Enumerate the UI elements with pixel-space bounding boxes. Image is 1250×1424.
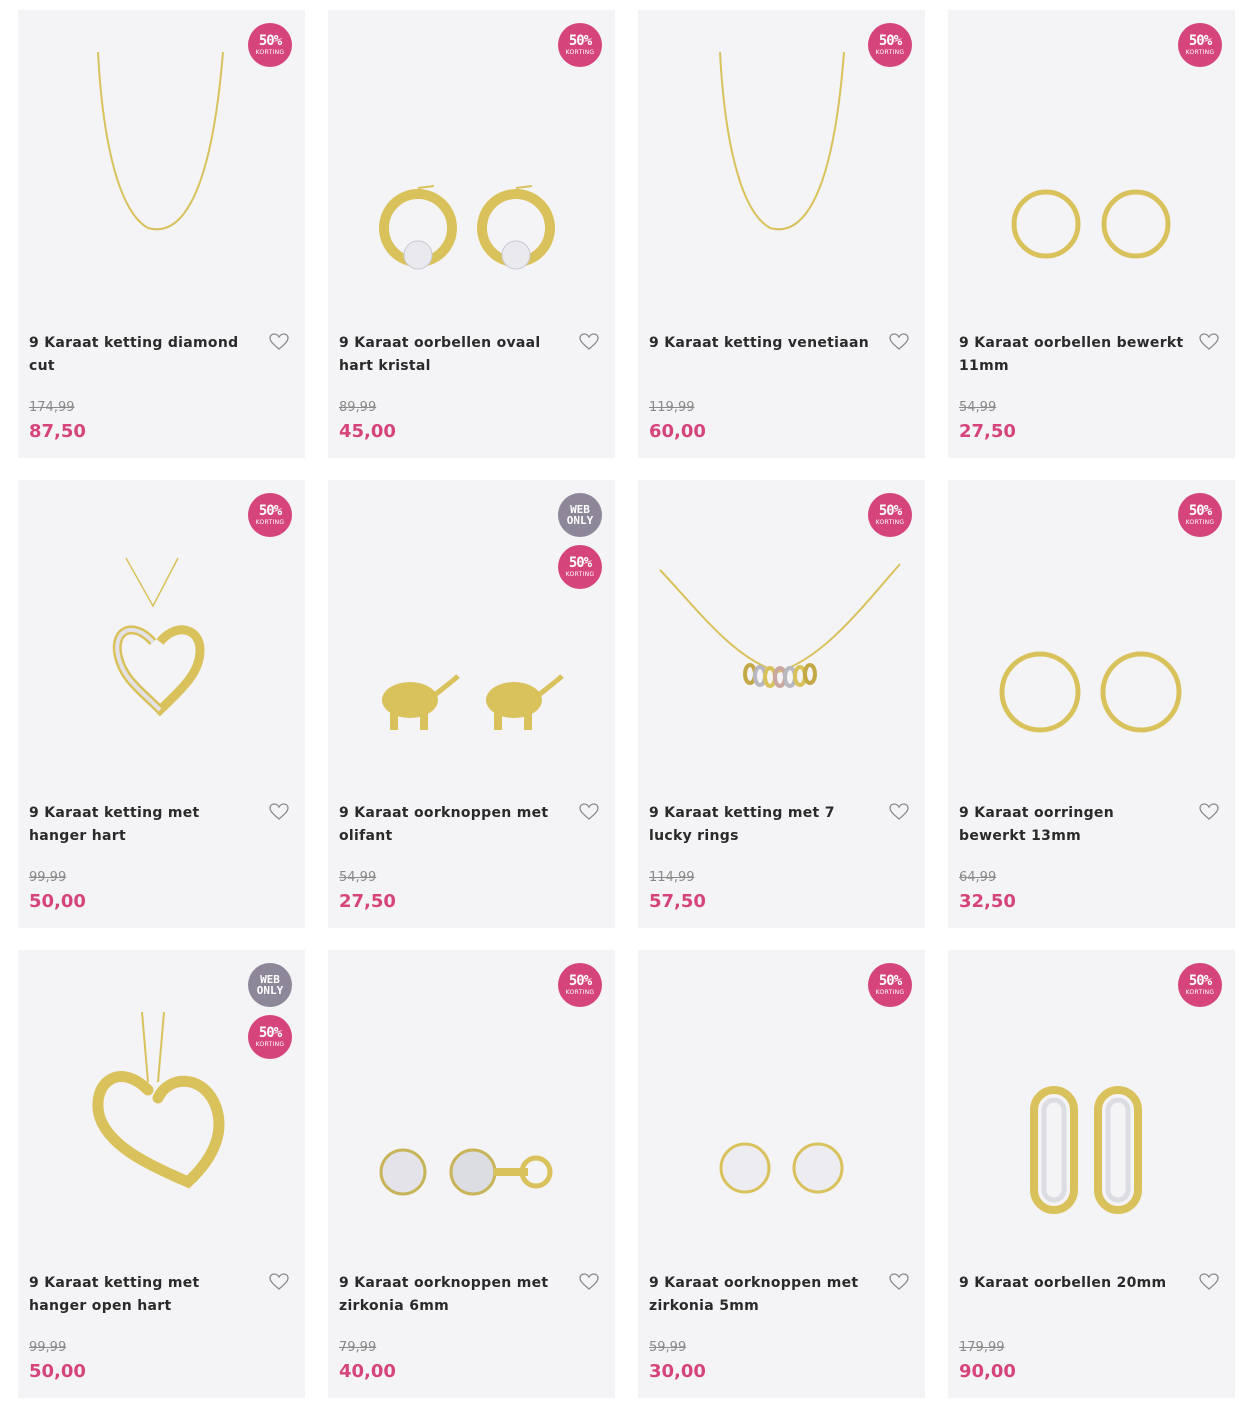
sale-price: 57,50: [649, 891, 706, 912]
product-card[interactable]: 50% KORTING 9 Karaat oorknoppen met zirk…: [638, 950, 925, 1398]
product-card[interactable]: WEB ONLY 50% KORTING 9 Karaat oorknoppen…: [328, 480, 615, 928]
original-price: 54,99: [959, 400, 997, 415]
discount-badge: 50% KORTING: [558, 963, 602, 1007]
sale-price: 30,00: [649, 1361, 706, 1382]
original-price: 114,99: [649, 870, 695, 885]
discount-badge: 50% KORTING: [558, 545, 602, 589]
web-only-badge: WEB ONLY: [248, 963, 292, 1007]
product-title[interactable]: 9 Karaat ketting diamond cut: [29, 332, 254, 378]
product-title[interactable]: 9 Karaat oorknoppen met olifant: [339, 802, 564, 848]
sale-price: 27,50: [959, 421, 1016, 442]
sale-price: 27,50: [339, 891, 396, 912]
discount-badge: 50% KORTING: [868, 23, 912, 67]
product-card[interactable]: 50% KORTING 9 Karaat oorbellen bewerkt 1…: [948, 10, 1235, 458]
product-card[interactable]: 50% KORTING 9 Karaat ketting venetiaan 1…: [638, 10, 925, 458]
wishlist-heart-icon[interactable]: [579, 1273, 599, 1291]
original-price: 54,99: [339, 870, 377, 885]
product-card[interactable]: 50% KORTING 9 Karaat ketting diamond cut…: [18, 10, 305, 458]
product-card[interactable]: 50% KORTING 9 Karaat oorknoppen met zirk…: [328, 950, 615, 1398]
web-only-badge: WEB ONLY: [558, 493, 602, 537]
discount-badge: 50% KORTING: [558, 23, 602, 67]
wishlist-heart-icon[interactable]: [889, 1273, 909, 1291]
original-price: 99,99: [29, 1340, 67, 1355]
discount-badge: 50% KORTING: [248, 493, 292, 537]
product-title[interactable]: 9 Karaat ketting met hanger hart: [29, 802, 254, 848]
wishlist-heart-icon[interactable]: [1199, 803, 1219, 821]
discount-badge: 50% KORTING: [1178, 493, 1222, 537]
original-price: 174,99: [29, 400, 75, 415]
product-title[interactable]: 9 Karaat oorbellen bewerkt 11mm: [959, 332, 1184, 378]
product-card[interactable]: 50% KORTING 9 Karaat oorringen bewerkt 1…: [948, 480, 1235, 928]
product-card[interactable]: 50% KORTING 9 Karaat oorbellen 20mm 179,…: [948, 950, 1235, 1398]
discount-badge: 50% KORTING: [1178, 23, 1222, 67]
wishlist-heart-icon[interactable]: [579, 333, 599, 351]
product-grid: 50% KORTING 9 Karaat ketting diamond cut…: [18, 10, 1235, 1400]
discount-badge: 50% KORTING: [868, 963, 912, 1007]
original-price: 119,99: [649, 400, 695, 415]
discount-badge: 50% KORTING: [1178, 963, 1222, 1007]
sale-price: 32,50: [959, 891, 1016, 912]
sale-price: 60,00: [649, 421, 706, 442]
product-title[interactable]: 9 Karaat oorringen bewerkt 13mm: [959, 802, 1184, 848]
product-title[interactable]: 9 Karaat ketting met hanger open hart: [29, 1272, 254, 1318]
product-title[interactable]: 9 Karaat ketting met 7 lucky rings: [649, 802, 874, 848]
product-title[interactable]: 9 Karaat oorbellen ovaal hart kristal: [339, 332, 564, 378]
sale-price: 90,00: [959, 1361, 1016, 1382]
original-price: 89,99: [339, 400, 377, 415]
wishlist-heart-icon[interactable]: [269, 803, 289, 821]
wishlist-heart-icon[interactable]: [579, 803, 599, 821]
wishlist-heart-icon[interactable]: [1199, 1273, 1219, 1291]
discount-badge: 50% KORTING: [868, 493, 912, 537]
original-price: 64,99: [959, 870, 997, 885]
original-price: 99,99: [29, 870, 67, 885]
original-price: 59,99: [649, 1340, 687, 1355]
sale-price: 87,50: [29, 421, 86, 442]
original-price: 179,99: [959, 1340, 1005, 1355]
discount-badge: 50% KORTING: [248, 23, 292, 67]
wishlist-heart-icon[interactable]: [269, 333, 289, 351]
wishlist-heart-icon[interactable]: [889, 803, 909, 821]
discount-badge: 50% KORTING: [248, 1015, 292, 1059]
sale-price: 40,00: [339, 1361, 396, 1382]
wishlist-heart-icon[interactable]: [1199, 333, 1219, 351]
wishlist-heart-icon[interactable]: [269, 1273, 289, 1291]
wishlist-heart-icon[interactable]: [889, 333, 909, 351]
product-title[interactable]: 9 Karaat oorbellen 20mm: [959, 1272, 1184, 1295]
sale-price: 45,00: [339, 421, 396, 442]
product-card[interactable]: 50% KORTING 9 Karaat ketting met 7 lucky…: [638, 480, 925, 928]
product-title[interactable]: 9 Karaat oorknoppen met zirkonia 5mm: [649, 1272, 874, 1318]
product-card[interactable]: 50% KORTING 9 Karaat ketting met hanger …: [18, 480, 305, 928]
sale-price: 50,00: [29, 1361, 86, 1382]
product-title[interactable]: 9 Karaat oorknoppen met zirkonia 6mm: [339, 1272, 564, 1318]
product-card[interactable]: 50% KORTING 9 Karaat oorbellen ovaal har…: [328, 10, 615, 458]
sale-price: 50,00: [29, 891, 86, 912]
product-title[interactable]: 9 Karaat ketting venetiaan: [649, 332, 874, 355]
product-card[interactable]: WEB ONLY 50% KORTING 9 Karaat ketting me…: [18, 950, 305, 1398]
original-price: 79,99: [339, 1340, 377, 1355]
